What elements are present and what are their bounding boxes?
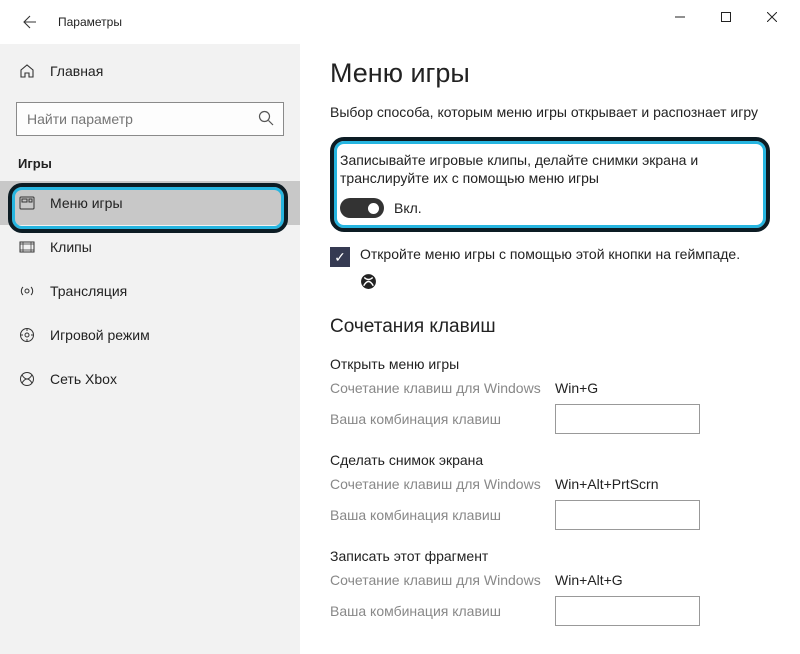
your-combo-label: Ваша комбинация клавиш (330, 411, 555, 427)
page-title: Меню игры (330, 58, 770, 89)
search-icon (258, 110, 274, 126)
shortcuts-title: Сочетания клавиш (330, 316, 770, 338)
titlebar: Параметры (0, 0, 800, 44)
windows-combo-label: Сочетание клавиш для Windows (330, 572, 555, 588)
home-icon (18, 62, 36, 80)
nav-game-mode[interactable]: Игровой режим (0, 313, 300, 357)
broadcast-icon (18, 282, 36, 300)
nav-clips[interactable]: Клипы (0, 225, 300, 269)
nav-home-label: Главная (50, 63, 103, 79)
main-content: Меню игры Выбор способа, которым меню иг… (300, 44, 800, 654)
xbox-icon (360, 273, 770, 290)
sidebar-category: Игры (0, 150, 300, 181)
page-description: Выбор способа, которым меню игры открыва… (330, 103, 770, 123)
your-combo-input[interactable] (555, 596, 700, 626)
shortcut-group-open: Открыть меню игры Сочетание клавиш для W… (330, 356, 770, 434)
windows-combo-label: Сочетание клавиш для Windows (330, 380, 555, 396)
nav-item-label: Сеть Xbox (50, 371, 117, 387)
nav-item-label: Трансляция (50, 283, 127, 299)
toggle-label: Вкл. (394, 200, 422, 216)
back-button[interactable] (14, 7, 44, 37)
maximize-button[interactable] (704, 2, 748, 32)
your-combo-label: Ваша комбинация клавиш (330, 603, 555, 619)
your-combo-input[interactable] (555, 500, 700, 530)
xbox-network-icon (18, 370, 36, 388)
close-button[interactable] (750, 2, 794, 32)
windows-combo-value: Win+Alt+PrtScrn (555, 476, 658, 492)
windows-combo-value: Win+G (555, 380, 598, 396)
shortcut-label: Сделать снимок экрана (330, 452, 770, 468)
record-setting-box: Записывайте игровые клипы, делайте снимк… (330, 137, 770, 233)
game-bar-icon (18, 194, 36, 212)
shortcut-group-screenshot: Сделать снимок экрана Сочетание клавиш д… (330, 452, 770, 530)
nav-xbox-network[interactable]: Сеть Xbox (0, 357, 300, 401)
nav-item-label: Меню игры (50, 195, 123, 211)
nav-broadcast[interactable]: Трансляция (0, 269, 300, 313)
shortcut-label: Записать этот фрагмент (330, 548, 770, 564)
your-combo-label: Ваша комбинация клавиш (330, 507, 555, 523)
windows-combo-label: Сочетание клавиш для Windows (330, 476, 555, 492)
shortcut-label: Открыть меню игры (330, 356, 770, 372)
maximize-icon (721, 12, 731, 22)
record-description: Записывайте игровые клипы, делайте снимк… (340, 151, 752, 189)
search-input[interactable] (16, 102, 284, 136)
nav-item-label: Клипы (50, 239, 92, 255)
minimize-icon (675, 12, 685, 22)
clips-icon (18, 238, 36, 256)
window-title: Параметры (58, 15, 122, 29)
windows-combo-value: Win+Alt+G (555, 572, 623, 588)
gamepad-checkbox[interactable]: ✓ (330, 247, 350, 267)
shortcut-group-record: Записать этот фрагмент Сочетание клавиш … (330, 548, 770, 626)
nav-home[interactable]: Главная (0, 50, 300, 92)
nav-item-label: Игровой режим (50, 327, 150, 343)
record-toggle[interactable] (340, 198, 384, 218)
minimize-button[interactable] (658, 2, 702, 32)
arrow-left-icon (21, 14, 37, 30)
sidebar: Главная Игры Меню игры Клипы Трансляция … (0, 44, 300, 654)
nav-game-bar[interactable]: Меню игры (0, 181, 300, 225)
gamepad-checkbox-label: Откройте меню игры с помощью этой кнопки… (360, 246, 740, 262)
game-mode-icon (18, 326, 36, 344)
close-icon (767, 12, 777, 22)
your-combo-input[interactable] (555, 404, 700, 434)
